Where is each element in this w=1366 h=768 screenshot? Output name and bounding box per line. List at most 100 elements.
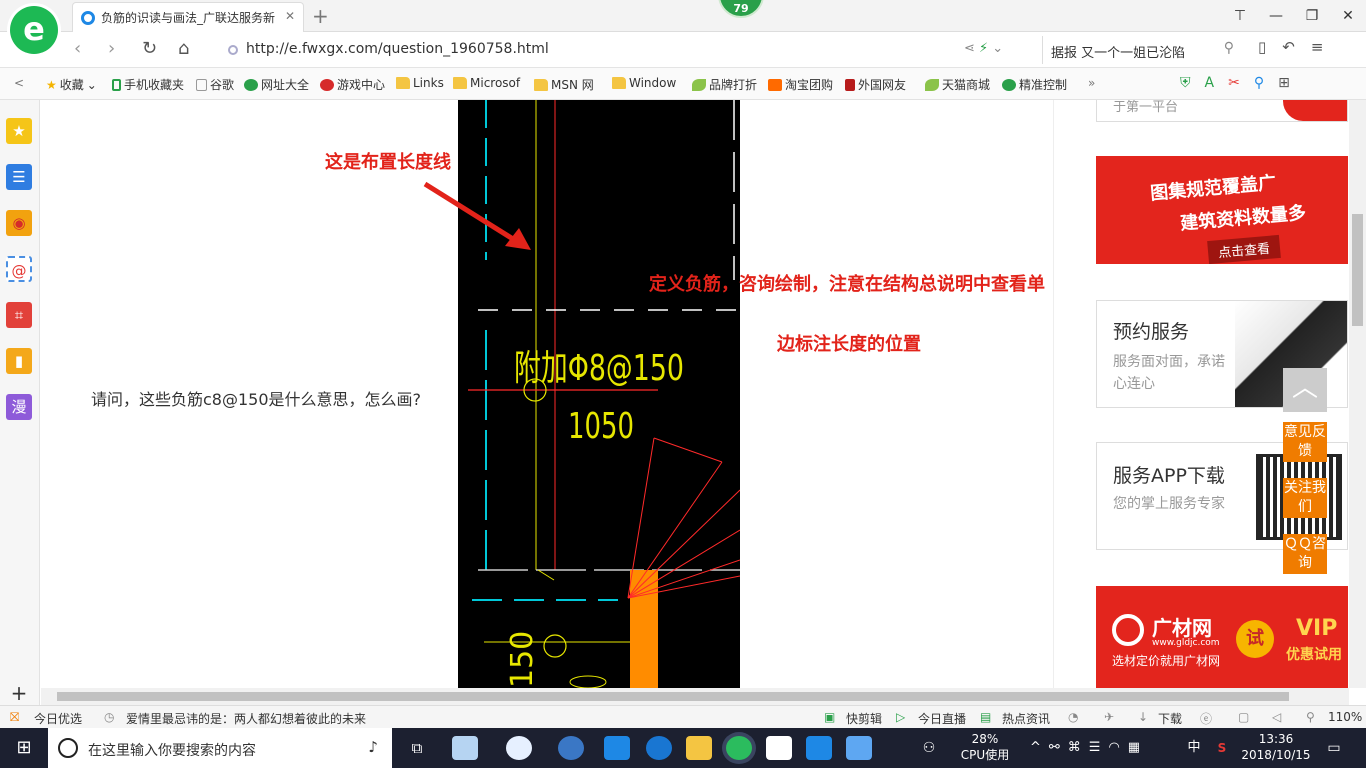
bookmark-item[interactable]: 谷歌 xyxy=(196,76,234,93)
live-icon[interactable]: ▷ xyxy=(896,710,905,724)
bookmark-item[interactable]: 手机收藏夹 xyxy=(112,76,184,93)
app-ie2-icon[interactable] xyxy=(646,736,672,760)
clock[interactable]: 13:36 2018/10/15 xyxy=(1240,731,1312,763)
skin-icon[interactable]: ⊤ xyxy=(1222,0,1258,32)
clip-icon[interactable]: ▣ xyxy=(824,710,835,724)
window-icon[interactable]: ▢ xyxy=(1238,710,1249,724)
microphone-icon[interactable]: ♪ xyxy=(368,738,378,756)
bookmark-item[interactable]: 网址大全 xyxy=(244,76,309,93)
site-info-icon[interactable] xyxy=(228,45,238,55)
bookmark-item[interactable]: 天猫商城 xyxy=(925,76,990,93)
taskbar-search[interactable]: 在这里输入你要搜索的内容 ♪ xyxy=(48,728,392,768)
bookmark-item[interactable]: Microsof xyxy=(453,76,520,90)
maximize-button[interactable]: ❐ xyxy=(1294,0,1330,32)
app-photos-icon[interactable] xyxy=(846,736,872,760)
app-glodon-icon[interactable] xyxy=(806,736,832,760)
back-icon[interactable]: ‹ xyxy=(74,38,81,59)
app-fan-icon[interactable] xyxy=(452,736,478,760)
gamepad-icon[interactable]: ⌗ xyxy=(6,302,32,328)
gift-icon[interactable]: ⛝ xyxy=(10,710,19,725)
bookmark-item[interactable]: 精准控制 xyxy=(1002,76,1067,93)
ie-mode-icon[interactable]: ⓔ xyxy=(1200,710,1212,727)
horizontal-scrollbar[interactable] xyxy=(41,688,1349,705)
qq-consult-button[interactable]: ＱＱ咨询 xyxy=(1283,534,1327,574)
app-ie-icon[interactable] xyxy=(506,736,532,760)
share-icon[interactable]: ⋖ ⚡ ⌄ xyxy=(964,41,1003,56)
app-explorer-icon[interactable] xyxy=(686,736,712,760)
task-view-icon[interactable]: ⧉ xyxy=(404,728,430,768)
scissors-icon[interactable]: ✂ xyxy=(1228,75,1240,91)
bookmark-item[interactable]: 外国网友 xyxy=(845,76,906,93)
bookmark-item[interactable]: ★ 收藏 ⌄ xyxy=(46,76,97,93)
download-link[interactable]: 下载 xyxy=(1158,710,1182,727)
app-mail-icon[interactable] xyxy=(766,736,792,760)
windows-start-icon[interactable]: ⊞ xyxy=(0,728,48,768)
cpu-meter[interactable]: 28% CPU使用 xyxy=(958,731,1012,763)
forward-icon[interactable]: › xyxy=(108,38,115,59)
pin-icon[interactable]: ✈ xyxy=(1104,710,1114,724)
bookmark-item[interactable]: 品牌打折 xyxy=(692,76,757,93)
news-icon[interactable]: ☰ xyxy=(6,164,32,190)
more-bookmarks-icon[interactable]: » xyxy=(1088,76,1095,90)
search-icon[interactable]: ⚲ xyxy=(1224,40,1234,56)
refresh-icon[interactable]: ↻ xyxy=(142,38,157,59)
ad-banner-gldjc[interactable]: 广材网 www.gldjc.com 选材定价就用广材网 试 VIP 优惠试用 xyxy=(1096,586,1348,688)
flash-icon[interactable]: ⚡ xyxy=(979,41,988,56)
collapse-sidebar-icon[interactable]: < xyxy=(14,76,24,90)
weibo-icon[interactable]: ◉ xyxy=(6,210,32,236)
volume-icon[interactable]: ◁ xyxy=(1272,710,1281,724)
zoom-icon[interactable]: ⚲ xyxy=(1306,710,1315,724)
bookmark-item[interactable]: 淘宝团购 xyxy=(768,76,833,93)
bookmark-item[interactable]: 游戏中心 xyxy=(320,76,385,93)
download-icon[interactable]: ↓ xyxy=(1138,710,1148,724)
hot-news-icon[interactable]: ▤ xyxy=(980,710,991,724)
app-browser2-icon[interactable] xyxy=(558,736,584,760)
undo-icon[interactable]: ↶ xyxy=(1282,38,1295,56)
close-button[interactable]: ✕ xyxy=(1330,0,1366,32)
tab-close-icon[interactable]: ✕ xyxy=(285,9,295,23)
vertical-scrollbar[interactable] xyxy=(1349,100,1366,688)
tray-icons[interactable]: ^⚯⌘☰◠▦ xyxy=(1030,728,1190,768)
zoom-level[interactable]: 110% xyxy=(1328,710,1362,724)
ad-view-button[interactable]: 点击查看 xyxy=(1207,234,1281,264)
home-icon[interactable]: ⌂ xyxy=(178,38,189,59)
ad-banner-atlas[interactable]: 图集规范覆盖广 建筑资料数量多 点击查看 xyxy=(1096,156,1348,264)
vertical-scroll-thumb[interactable] xyxy=(1352,214,1363,326)
new-tab-button[interactable]: + xyxy=(312,4,329,28)
bookmark-item[interactable]: Links xyxy=(396,76,444,90)
back-to-top-button[interactable]: ︿ xyxy=(1283,368,1327,412)
mail-icon[interactable]: @ xyxy=(6,256,32,282)
manga-icon[interactable]: 漫 xyxy=(6,394,32,420)
translate-icon[interactable]: A xyxy=(1205,75,1215,91)
live-link[interactable]: 今日直播 xyxy=(918,710,966,727)
feedback-button[interactable]: 意见反馈 xyxy=(1283,422,1327,462)
hot-news-link[interactable]: 热点资讯 xyxy=(1002,710,1050,727)
news-play-icon[interactable]: ◷ xyxy=(104,710,114,724)
search-box[interactable]: 据报 又一个一姐已沦陷 ⚲ xyxy=(1042,36,1244,64)
menu-icon[interactable]: ≡ xyxy=(1311,38,1324,56)
zoom-search-icon[interactable]: ⚲ xyxy=(1254,75,1264,91)
book-icon[interactable]: ▮ xyxy=(6,348,32,374)
browser-tab[interactable]: 负筋的识读与画法_广联达服务新 ✕ xyxy=(72,2,304,32)
ime-indicator[interactable]: 中 xyxy=(1184,728,1204,768)
quick-clip-link[interactable]: 快剪辑 xyxy=(846,710,882,727)
add-sidebar-icon[interactable]: + xyxy=(6,680,32,706)
bookmark-item[interactable]: MSN 网 xyxy=(534,76,594,93)
mobile-icon[interactable]: ▯ xyxy=(1258,38,1266,56)
notification-center-icon[interactable]: ▭ xyxy=(1322,728,1346,768)
bookmark-item[interactable]: Window xyxy=(612,76,676,90)
shield-icon[interactable]: ⛨ xyxy=(1180,75,1191,91)
sogou-icon[interactable]: S xyxy=(1212,728,1232,768)
address-bar[interactable]: http://e.fwxgx.com/question_1960758.html xyxy=(222,36,1040,64)
favorites-star-icon[interactable]: ★ xyxy=(6,118,32,144)
today-pick-link[interactable]: 今日优选 xyxy=(34,710,82,727)
follow-us-button[interactable]: 关注我们 xyxy=(1283,478,1327,518)
speed-icon[interactable]: ◔ xyxy=(1068,710,1078,724)
apps-grid-icon[interactable]: ⊞ xyxy=(1278,75,1290,91)
horizontal-scroll-thumb[interactable] xyxy=(57,692,1289,701)
app-edge-icon[interactable] xyxy=(604,736,630,760)
people-icon[interactable]: ⚇ xyxy=(918,728,940,768)
news-ticker[interactable]: 爱情里最忌讳的是：两人都幻想着彼此的未来 xyxy=(126,710,366,727)
app-active-browser-icon[interactable] xyxy=(726,736,752,760)
minimize-button[interactable]: — xyxy=(1258,0,1294,32)
